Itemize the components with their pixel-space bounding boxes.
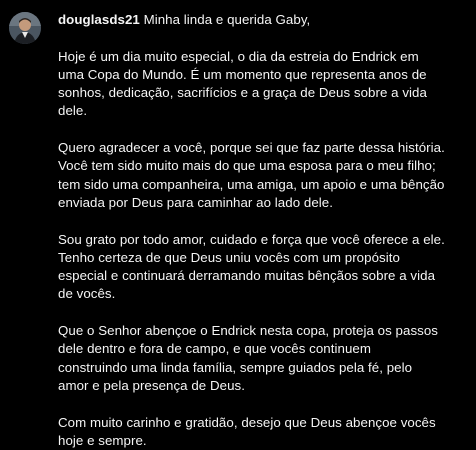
comment-line: dele.: [58, 103, 88, 119]
comment-line: construindo uma linda família, sempre gu…: [58, 359, 413, 375]
comment-first-line: douglasds21 Minha linda e querida Gaby,: [58, 11, 470, 29]
comment-line: hoje e sempre.: [58, 432, 147, 448]
comment-username[interactable]: douglasds21: [58, 12, 140, 27]
comment-line: tem sido uma companheira, uma amiga, um …: [58, 176, 445, 192]
comment-line: Sou grato por todo amor, cuidado e força…: [58, 231, 445, 247]
comment-line: Você tem sido muito mais do que uma espo…: [58, 158, 436, 174]
comment-line: Que o Senhor abençoe o Endrick nesta cop…: [58, 323, 438, 339]
comment-paragraph-2: Quero agradecer a você, porque sei que f…: [58, 139, 470, 212]
avatar[interactable]: [9, 12, 41, 44]
comment-line: enviada por Deus para caminhar ao lado d…: [58, 194, 333, 210]
comment: douglasds21 Minha linda e querida Gaby, …: [0, 0, 476, 448]
comment-paragraph-5: Com muito carinho e gratidão, desejo que…: [58, 414, 470, 450]
comment-body: douglasds21 Minha linda e querida Gaby, …: [58, 11, 470, 450]
comment-line: de vocês.: [58, 286, 116, 302]
comment-line: sonhos, dedicação, sacrifícios e a graça…: [58, 85, 427, 101]
comment-paragraph-3: Sou grato por todo amor, cuidado e força…: [58, 231, 470, 304]
comment-line: Com muito carinho e gratidão, desejo que…: [58, 414, 436, 430]
comment-line: Hoje é um dia muito especial, o dia da e…: [58, 48, 419, 64]
avatar-image: [9, 12, 41, 44]
comment-line: dele dentro e fora de campo, e que vocês…: [58, 341, 371, 357]
comment-paragraph-4: Que o Senhor abençoe o Endrick nesta cop…: [58, 322, 470, 395]
comment-line: uma Copa do Mundo. É um momento que repr…: [58, 66, 427, 82]
comment-line: Tenho certeza de que Deus uniu vocês com…: [58, 249, 400, 265]
comment-line: especial e continuará derramando muitas …: [58, 268, 436, 284]
comment-line: Quero agradecer a você, porque sei que f…: [58, 140, 445, 156]
comment-paragraph-1: Hoje é um dia muito especial, o dia da e…: [58, 48, 470, 121]
comment-line: amor e pela presença de Deus.: [58, 377, 245, 393]
comment-greeting: Minha linda e querida Gaby,: [143, 12, 311, 27]
